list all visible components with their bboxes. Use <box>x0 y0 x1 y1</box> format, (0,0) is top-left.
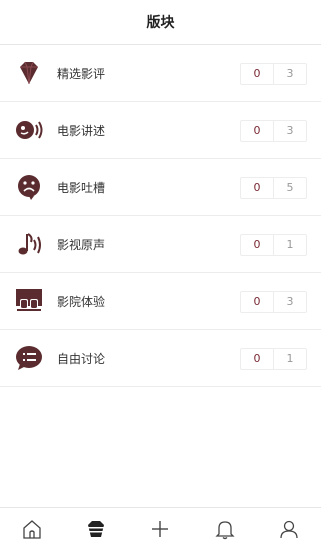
forum-item-yingyuan[interactable]: 影院体验 0 3 <box>0 273 321 330</box>
forum-item-jingxuan[interactable]: 精选影评 0 3 <box>0 45 321 102</box>
new-count: 0 <box>241 292 274 312</box>
tab-notifications[interactable] <box>205 509 245 549</box>
forum-icon <box>88 521 105 537</box>
tab-home[interactable] <box>12 509 52 549</box>
new-count: 0 <box>241 349 274 369</box>
tab-add[interactable] <box>140 509 180 549</box>
speaking-head-icon <box>14 115 44 145</box>
forum-counts: 0 3 <box>240 63 307 85</box>
forum-name: 电影吐槽 <box>57 180 106 195</box>
forum-counts: 0 3 <box>240 291 307 313</box>
plus-icon <box>152 521 169 537</box>
new-count: 0 <box>241 178 274 198</box>
forum-name: 精选影评 <box>57 66 106 81</box>
bottom-tab-bar <box>0 507 321 550</box>
cinema-seats-icon <box>14 286 44 316</box>
forum-counts: 0 3 <box>240 120 307 142</box>
forum-name: 影视原声 <box>57 237 106 252</box>
new-count: 0 <box>241 235 274 255</box>
new-count: 0 <box>241 121 274 141</box>
bell-icon <box>215 521 235 540</box>
page-title: 版块 <box>146 15 175 31</box>
sad-face-icon <box>14 172 44 202</box>
forum-name: 自由讨论 <box>57 351 106 366</box>
music-note-icon <box>14 229 44 259</box>
total-count: 3 <box>286 295 294 308</box>
forum-list: 精选影评 0 3 电影讲述 0 3 电影吐槽 0 5 影视原声 0 1 影院体验… <box>0 45 321 387</box>
forum-item-ziyou[interactable]: 自由讨论 0 1 <box>0 330 321 387</box>
forum-counts: 0 1 <box>240 234 307 256</box>
tab-profile[interactable] <box>269 509 309 549</box>
home-icon <box>23 520 41 539</box>
total-count: 3 <box>286 67 294 80</box>
forum-counts: 0 5 <box>240 177 307 199</box>
total-count: 1 <box>286 238 294 251</box>
new-count: 0 <box>241 64 274 84</box>
forum-counts: 0 1 <box>240 348 307 370</box>
forum-name: 电影讲述 <box>57 123 106 138</box>
total-count: 5 <box>286 181 294 194</box>
total-count: 1 <box>286 352 294 365</box>
forum-item-tucao[interactable]: 电影吐槽 0 5 <box>0 159 321 216</box>
forum-name: 影院体验 <box>57 294 106 309</box>
header-bar: 版块 <box>0 0 321 45</box>
user-icon <box>280 520 298 539</box>
forum-item-jiangshu[interactable]: 电影讲述 0 3 <box>0 102 321 159</box>
tab-forum[interactable] <box>76 509 116 549</box>
total-count: 3 <box>286 124 294 137</box>
forum-item-yuansheng[interactable]: 影视原声 0 1 <box>0 216 321 273</box>
chat-bubble-icon <box>14 343 44 373</box>
gem-icon <box>14 58 44 88</box>
